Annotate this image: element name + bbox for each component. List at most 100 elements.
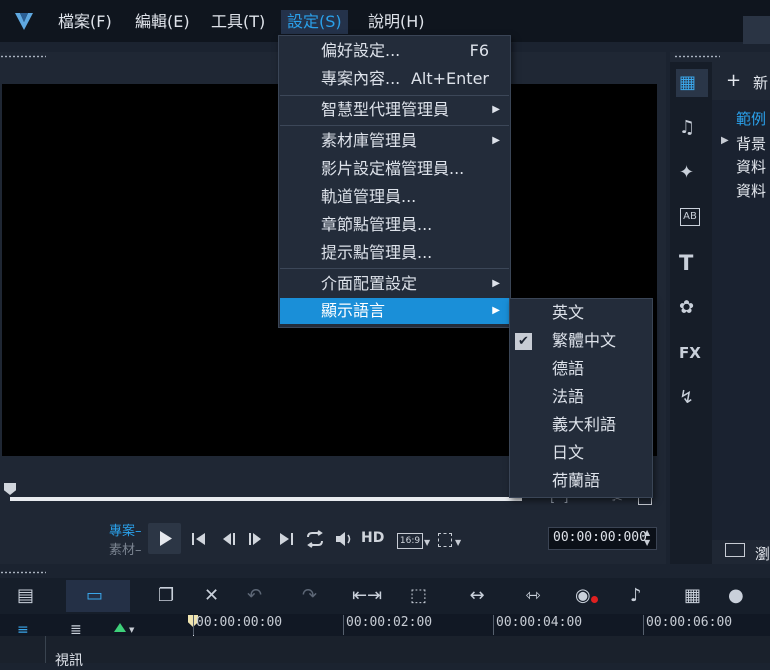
ruler-timecode: 00:00:06:00: [646, 615, 733, 630]
new-folder-label[interactable]: 新: [753, 72, 768, 93]
record-capture-icon[interactable]: ◉: [575, 585, 591, 607]
submenu-arrow-icon: ▶: [492, 305, 500, 316]
panel-grip[interactable]: [0, 55, 46, 58]
copy-attributes-icon[interactable]: ❐: [158, 585, 174, 607]
go-to-start-icon[interactable]: [190, 530, 208, 548]
volume-icon[interactable]: [333, 529, 355, 549]
aspect-dropdown-icon[interactable]: ▼: [424, 538, 430, 547]
expand-arrow-icon[interactable]: ▶: [721, 135, 729, 146]
sound-mixer-icon[interactable]: ♪: [630, 585, 642, 607]
marker-dropdown-icon[interactable]: ▼: [129, 626, 134, 634]
crop-icon[interactable]: [438, 533, 452, 547]
menu-edit[interactable]: 編輯(E): [129, 10, 196, 34]
menu-settings[interactable]: 設定(S): [281, 10, 348, 34]
menu-item-preferences[interactable]: 偏好設定... F6: [280, 38, 509, 64]
play-button[interactable]: [148, 523, 181, 554]
menu-item-smart-proxy-manager[interactable]: 智慧型代理管理員 ▶: [280, 97, 509, 123]
path-icon[interactable]: ↯: [679, 387, 694, 409]
library-manager-label: 素材庫管理員: [321, 131, 418, 150]
ruler-timecode: 00:00:04:00: [496, 615, 583, 630]
library-folder-2[interactable]: 資料: [736, 180, 766, 201]
language-japanese[interactable]: 日文: [511, 439, 651, 467]
fit-project-icon[interactable]: ⇤⇥: [352, 585, 382, 607]
add-icon[interactable]: +: [726, 70, 741, 91]
video-track: [0, 636, 770, 663]
library-folder-1[interactable]: 資料: [736, 156, 766, 177]
language-label: 義大利語: [552, 415, 617, 434]
text-icon[interactable]: T: [679, 252, 693, 274]
menu-item-library-manager[interactable]: 素材庫管理員 ▶: [280, 128, 509, 154]
timecode-stepper-icon[interactable]: ▲ ▼: [644, 528, 650, 548]
next-frame-icon[interactable]: [246, 530, 264, 548]
add-marker-icon[interactable]: [114, 623, 126, 632]
menu-item-chapter-point-manager[interactable]: 章節點管理員...: [280, 212, 509, 238]
fx-icon[interactable]: FX: [679, 342, 701, 364]
language-french[interactable]: 法語: [511, 383, 651, 411]
menu-item-track-manager[interactable]: 軌道管理員...: [280, 184, 509, 210]
menu-item-project-properties[interactable]: 專案內容... Alt+Enter: [280, 66, 509, 92]
media-icon[interactable]: ▦: [679, 72, 696, 94]
language-german[interactable]: 德語: [511, 355, 651, 383]
browse-icon[interactable]: [725, 543, 745, 557]
menu-item-display-language[interactable]: 顯示語言 ▶: [280, 298, 509, 324]
previous-frame-icon[interactable]: [220, 530, 238, 548]
library-folder-sample[interactable]: 範例: [736, 108, 766, 129]
timeline-view-icon[interactable]: ▭: [86, 585, 103, 607]
track-manager-label: 軌道管理員...: [321, 187, 417, 206]
scrub-bar[interactable]: [10, 497, 522, 501]
window-control[interactable]: [743, 16, 770, 44]
fit-window-icon[interactable]: ⬚: [410, 585, 427, 607]
language-label: 繁體中文: [552, 331, 617, 350]
storyboard-view-icon[interactable]: ▤: [17, 585, 34, 607]
menu-help[interactable]: 說明(H): [362, 10, 431, 34]
menu-item-layout-settings[interactable]: 介面配置設定 ▶: [280, 271, 509, 297]
ruler-tick: [343, 615, 344, 635]
undo-icon[interactable]: ↶: [247, 585, 262, 607]
record-dot-icon: [591, 596, 598, 603]
clip-mode[interactable]: 素材–: [109, 539, 142, 558]
clip-mode-label: 素材: [109, 543, 136, 558]
menu-item-profile-manager[interactable]: 影片設定檔管理員...: [280, 156, 509, 182]
browse-label[interactable]: 瀏: [755, 543, 770, 564]
repeat-icon[interactable]: [305, 529, 325, 549]
library-folder-background[interactable]: 背景: [736, 133, 766, 154]
menu-file[interactable]: 檔案(F): [52, 10, 118, 34]
menu-separator: [280, 125, 509, 126]
language-italian[interactable]: 義大利語: [511, 411, 651, 439]
language-submenu: 英文 ✔ 繁體中文 德語 法語 義大利語 日文 荷蘭語: [509, 298, 653, 498]
auto-music-icon[interactable]: ▦: [684, 585, 701, 607]
split-by-scene-icon[interactable]: ↔: [463, 585, 491, 607]
video-track-label: 視訊: [55, 653, 83, 669]
library-panel-grip[interactable]: [674, 55, 720, 58]
language-label: 德語: [552, 359, 585, 378]
multi-trim-icon[interactable]: ⇿: [519, 585, 547, 607]
submenu-arrow-icon: ▶: [492, 135, 500, 146]
transition-icon[interactable]: ✦: [679, 162, 694, 184]
title-icon[interactable]: AB: [680, 208, 700, 226]
menu-item-cue-point-manager[interactable]: 提示點管理員...: [280, 240, 509, 266]
go-to-end-icon[interactable]: [277, 530, 295, 548]
project-mode[interactable]: 專案–: [109, 520, 142, 539]
language-label: 日文: [552, 443, 585, 462]
language-traditional-chinese[interactable]: ✔ 繁體中文: [511, 327, 651, 355]
cue-point-label: 提示點管理員...: [321, 243, 433, 262]
timeline-grip[interactable]: [0, 571, 46, 574]
language-label: 荷蘭語: [552, 471, 601, 490]
hd-toggle[interactable]: HD: [361, 530, 384, 546]
project-mode-label: 專案: [109, 524, 136, 539]
audio-icon[interactable]: ♫: [679, 117, 695, 139]
language-english[interactable]: 英文: [511, 299, 651, 327]
chapter-point-label: 章節點管理員...: [321, 215, 433, 234]
app-logo-icon[interactable]: [13, 10, 35, 32]
tools-icon[interactable]: ✕: [204, 585, 219, 607]
menu-tools[interactable]: 工具(T): [205, 10, 271, 34]
motion-tracking-icon[interactable]: ●: [728, 585, 744, 607]
crop-dropdown-icon[interactable]: ▼: [455, 538, 461, 547]
timecode-field[interactable]: 00:00:00:000 ▲ ▼: [548, 527, 657, 550]
redo-icon[interactable]: ↷: [302, 585, 317, 607]
language-dutch[interactable]: 荷蘭語: [511, 467, 651, 495]
ruler-tick: [643, 615, 644, 635]
smart-proxy-label: 智慧型代理管理員: [321, 100, 450, 119]
aspect-ratio-button[interactable]: 16:9: [397, 533, 423, 549]
graphics-icon[interactable]: ✿: [679, 297, 694, 319]
